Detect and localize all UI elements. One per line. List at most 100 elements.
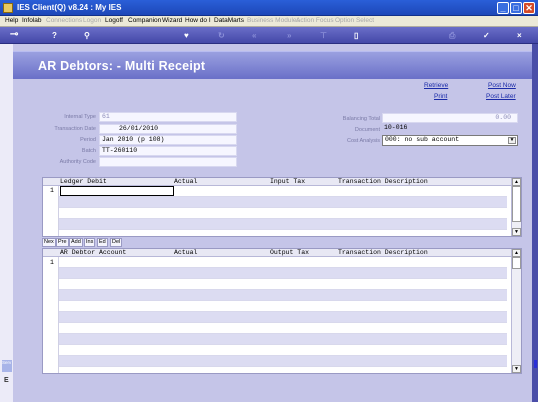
col-ar-debtor-account: AR Debtor Account — [60, 249, 127, 256]
scroll-up-icon[interactable]: ▲ — [512, 249, 521, 257]
cost-analysis-value: 000: no sub account — [385, 136, 460, 143]
table-row[interactable] — [59, 208, 507, 219]
ledger-debit-grid: Ledger Debit Actual Input Tax Transactio… — [42, 177, 522, 237]
window-title: IES Client(Q) v8.24 : My IES — [17, 3, 122, 12]
row-gutter — [43, 257, 59, 373]
table-row[interactable] — [59, 290, 507, 301]
previous-button[interactable]: Pre — [56, 238, 69, 247]
table-row[interactable] — [59, 279, 507, 290]
insert-button[interactable]: Ins — [84, 238, 96, 247]
post-later-link[interactable]: Post Later — [486, 93, 516, 100]
sidebar-label[interactable]: Serv — [2, 360, 12, 372]
add-button[interactable]: Add — [69, 238, 83, 247]
sidebar — [0, 44, 13, 402]
menu-action-focus[interactable]: Action Focus — [296, 17, 334, 24]
table-row[interactable] — [59, 334, 507, 345]
grid2-scrollbar[interactable]: ▲ ▼ — [511, 249, 521, 373]
page-icon[interactable]: ▯ — [354, 31, 358, 40]
print-link[interactable]: Print — [434, 93, 447, 100]
check-icon[interactable]: ✓ — [483, 31, 490, 40]
transaction-date-label: Transaction Date — [54, 126, 96, 132]
col-input-tax: Input Tax — [270, 178, 306, 185]
close-window-button[interactable]: ✕ — [523, 2, 535, 14]
menu-logon[interactable]: Logon — [83, 17, 101, 24]
scroll-up-icon[interactable]: ▲ — [512, 178, 521, 186]
document-field: 10-016 — [384, 124, 408, 131]
table-row[interactable] — [59, 301, 507, 312]
table-row[interactable] — [59, 268, 507, 279]
menu-bar: Help Infolab Connections Logon Logoff Co… — [0, 16, 538, 27]
page-title: AR Debtors: - Multi Receipt — [38, 59, 206, 73]
table-row[interactable] — [59, 219, 507, 230]
table-row[interactable] — [59, 323, 507, 334]
balancing-total-field: 0.00 — [382, 113, 518, 123]
menu-datamarts[interactable]: DataMarts — [214, 17, 244, 24]
right-edge-bar — [532, 44, 538, 402]
print-icon[interactable]: ⎙ — [449, 31, 455, 40]
document-label: Document — [354, 127, 380, 133]
back-icon[interactable]: « — [252, 31, 256, 40]
help-icon[interactable]: ? — [52, 31, 57, 40]
edit-button[interactable]: Ed — [97, 238, 108, 247]
menu-logoff[interactable]: Logoff — [105, 17, 123, 24]
cost-analysis-select[interactable]: 000: no sub account ▼ — [382, 135, 518, 146]
col-transaction-description: Transaction Description — [338, 249, 428, 256]
menu-wizard[interactable]: Wizard — [162, 17, 182, 24]
table-row[interactable] — [59, 312, 507, 323]
col-actual: Actual — [174, 178, 198, 185]
menu-companion[interactable]: Companion — [128, 17, 161, 24]
refresh-icon[interactable]: ↻ — [218, 31, 225, 40]
sidebar-mark: E — [4, 377, 9, 384]
transaction-date-field[interactable]: 26/01/2010 — [99, 124, 237, 134]
forward-icon[interactable]: » — [287, 31, 291, 40]
delete-button[interactable]: Del — [110, 238, 123, 247]
authority-code-field[interactable] — [99, 157, 237, 167]
next-button[interactable]: Nex — [42, 238, 56, 247]
menu-business-modules[interactable]: Business Modules — [247, 17, 300, 24]
app-icon — [3, 3, 13, 13]
scroll-thumb[interactable] — [512, 186, 521, 222]
chevron-down-icon[interactable]: ▼ — [508, 137, 516, 144]
table-row[interactable] — [59, 197, 507, 208]
scroll-down-icon[interactable]: ▼ — [512, 365, 521, 373]
active-cell[interactable] — [60, 186, 174, 196]
menu-how-do-i[interactable]: How do I — [185, 17, 211, 24]
authority-code-label: Authority Code — [59, 159, 96, 165]
retrieve-link[interactable]: Retrieve — [424, 82, 448, 89]
scroll-thumb[interactable] — [512, 257, 521, 269]
tree-icon[interactable]: ⊤ — [320, 31, 327, 40]
period-field[interactable]: Jan 2010 (p 108) — [99, 135, 237, 145]
menu-infolab[interactable]: Infolab — [22, 17, 42, 24]
col-transaction-description: Transaction Description — [338, 178, 428, 185]
col-output-tax: Output Tax — [270, 249, 310, 256]
col-ledger-debit: Ledger Debit — [60, 178, 107, 185]
heart-icon[interactable]: ♥ — [184, 31, 189, 40]
maximize-button[interactable]: □ — [510, 2, 522, 14]
internal-type-label: Internal Type — [64, 114, 96, 120]
minimize-button[interactable]: _ — [497, 2, 509, 14]
menu-option-select[interactable]: Option Select — [335, 17, 374, 24]
batch-field[interactable]: TT-260110 — [99, 146, 237, 156]
grid1-scrollbar[interactable]: ▲ ▼ — [511, 178, 521, 236]
menu-connections[interactable]: Connections — [46, 17, 82, 24]
ar-debtor-grid: AR Debtor Account Actual Output Tax Tran… — [42, 248, 522, 374]
table-row[interactable] — [59, 356, 507, 367]
balancing-total-label: Balancing Total — [342, 116, 380, 122]
table-row[interactable] — [59, 345, 507, 356]
menu-help[interactable]: Help — [5, 17, 18, 24]
row-number: 1 — [50, 259, 54, 266]
batch-label: Batch — [81, 148, 96, 154]
post-now-link[interactable]: Post Now — [488, 82, 516, 89]
table-row[interactable] — [59, 257, 507, 268]
scroll-down-icon[interactable]: ▼ — [512, 228, 521, 236]
internal-type-field: 61 — [99, 112, 237, 122]
toolbar: ⊸ ? ⚲ ♥ ↻ « » ⊤ ▯ ⎙ ✓ × — [0, 27, 538, 44]
close-icon[interactable]: × — [517, 31, 522, 40]
period-label: Period — [80, 137, 96, 143]
right-edge-marker — [534, 360, 537, 368]
key-icon[interactable]: ⊸ — [10, 30, 18, 40]
row-number: 1 — [50, 187, 54, 194]
cost-analysis-label: Cost Analysis — [346, 138, 380, 144]
col-actual: Actual — [174, 249, 198, 256]
search-icon[interactable]: ⚲ — [84, 31, 90, 40]
